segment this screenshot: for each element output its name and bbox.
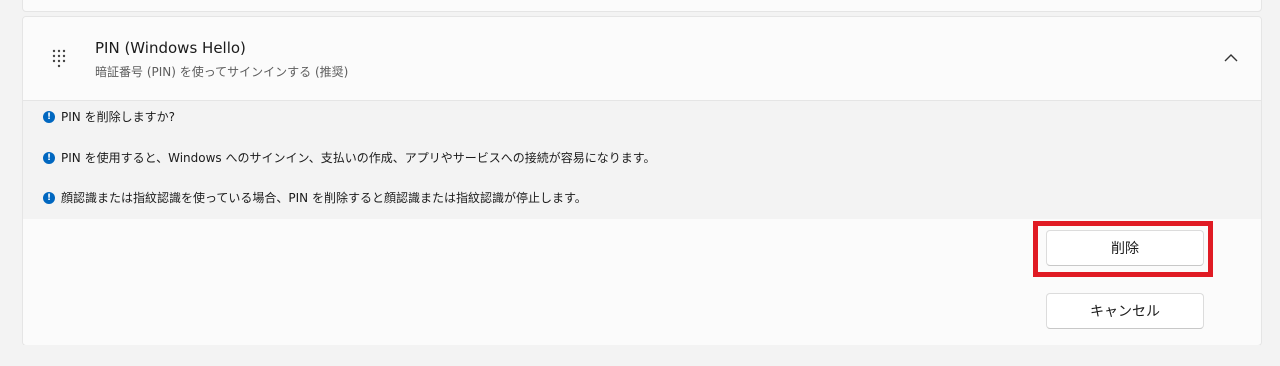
- pin-section-subtitle: 暗証番号 (PIN) を使ってサインインする (推奨): [95, 65, 349, 79]
- info-message-text: PIN を削除しますか?: [61, 110, 175, 124]
- page-background-strip: [22, 345, 1260, 366]
- pin-settings-card: PIN (Windows Hello) 暗証番号 (PIN) を使ってサインイン…: [22, 16, 1262, 346]
- info-message: ! 顔認識または指紋認識を使っている場合、PIN を削除すると顔認識または指紋認…: [43, 189, 587, 206]
- info-message: ! PIN を使用すると、Windows へのサインイン、支払いの作成、アプリや…: [43, 149, 656, 166]
- info-icon: !: [43, 191, 55, 204]
- cancel-button[interactable]: キャンセル: [1046, 293, 1204, 329]
- info-message: ! PIN を削除しますか?: [43, 108, 175, 125]
- keypad-icon: [52, 49, 66, 68]
- chevron-up-icon[interactable]: [1221, 50, 1241, 66]
- pin-section-header[interactable]: PIN (Windows Hello) 暗証番号 (PIN) を使ってサインイン…: [23, 17, 1261, 101]
- delete-pin-button[interactable]: 削除: [1046, 230, 1204, 266]
- info-icon: !: [43, 151, 55, 164]
- pin-removal-actions: 削除 キャンセル: [23, 219, 1261, 344]
- pin-removal-info: ! PIN を削除しますか? ! PIN を使用すると、Windows へのサイ…: [23, 101, 1261, 219]
- info-icon: !: [43, 110, 55, 123]
- previous-settings-card: [22, 0, 1262, 12]
- info-message-text: 顔認識または指紋認識を使っている場合、PIN を削除すると顔認識または指紋認識が…: [61, 191, 587, 205]
- pin-section-title: PIN (Windows Hello): [95, 39, 246, 57]
- info-message-text: PIN を使用すると、Windows へのサインイン、支払いの作成、アプリやサー…: [61, 151, 656, 165]
